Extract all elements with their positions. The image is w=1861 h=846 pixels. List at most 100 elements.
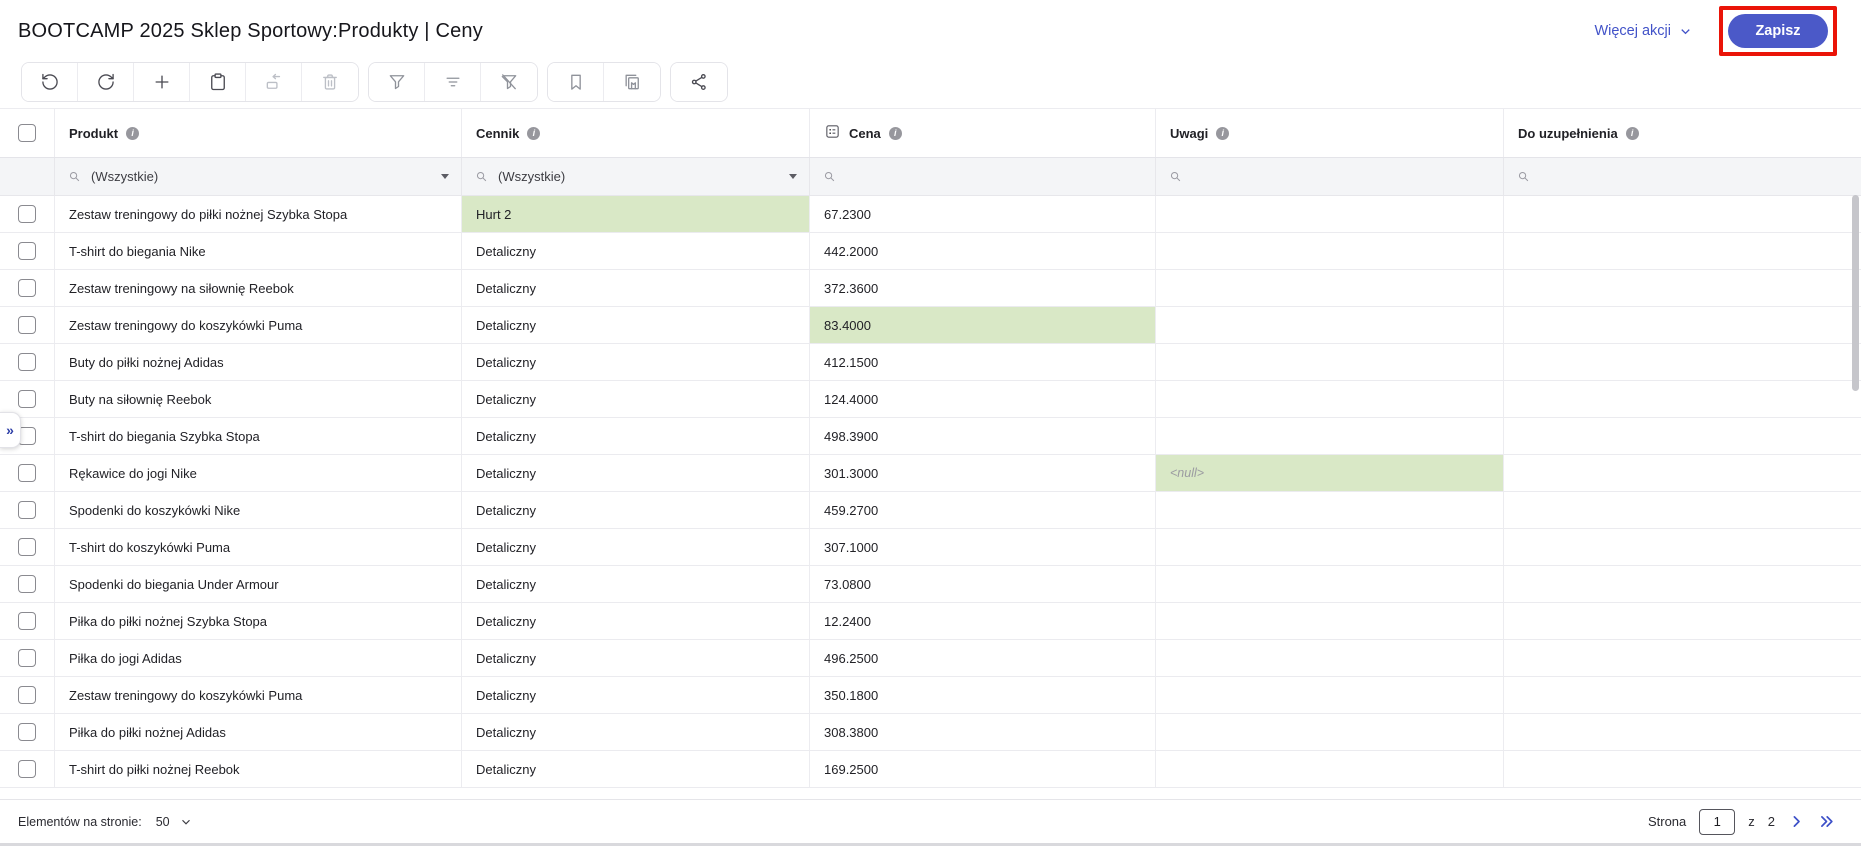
cell-cena[interactable]: 459.2700	[810, 492, 1156, 528]
filter-uwagi-search[interactable]	[1156, 158, 1504, 195]
info-icon[interactable]: i	[1625, 126, 1639, 140]
cell-cena[interactable]: 169.2500	[810, 751, 1156, 787]
cell-produkt[interactable]: Zestaw treningowy do koszykówki Puma	[55, 307, 462, 343]
cell-cena[interactable]: 498.3900	[810, 418, 1156, 454]
cell-produkt[interactable]: Piłka do piłki nożnej Adidas	[55, 714, 462, 750]
more-actions-button[interactable]: Więcej akcji	[1594, 23, 1693, 39]
filter-button[interactable]	[369, 63, 425, 101]
cell-do-uzupelnienia[interactable]	[1504, 714, 1861, 750]
undo-button[interactable]	[22, 63, 78, 101]
cell-produkt[interactable]: T-shirt do biegania Nike	[55, 233, 462, 269]
cell-do-uzupelnienia[interactable]	[1504, 566, 1861, 602]
cell-cena[interactable]: 442.2000	[810, 233, 1156, 269]
paste-button[interactable]	[190, 63, 246, 101]
cell-produkt[interactable]: T-shirt do koszykówki Puma	[55, 529, 462, 565]
cell-cena[interactable]: 412.1500	[810, 344, 1156, 380]
save-button[interactable]: Zapisz	[1728, 14, 1828, 48]
column-header-cennik[interactable]: Cennik i	[462, 109, 810, 157]
cell-cena[interactable]: 308.3800	[810, 714, 1156, 750]
redo-button[interactable]	[78, 63, 134, 101]
cell-uwagi[interactable]	[1156, 751, 1504, 787]
cell-cennik[interactable]: Detaliczny	[462, 233, 810, 269]
cell-uwagi[interactable]	[1156, 307, 1504, 343]
cell-cena[interactable]: 67.2300	[810, 196, 1156, 232]
cell-do-uzupelnienia[interactable]	[1504, 455, 1861, 491]
delete-button[interactable]	[302, 63, 358, 101]
filter-produkt-dropdown[interactable]: (Wszystkie)	[55, 158, 462, 195]
cell-do-uzupelnienia[interactable]	[1504, 418, 1861, 454]
cell-cennik[interactable]: Hurt 2	[462, 196, 810, 232]
cell-do-uzupelnienia[interactable]	[1504, 344, 1861, 380]
cell-cena[interactable]: 12.2400	[810, 603, 1156, 639]
cell-cena[interactable]: 307.1000	[810, 529, 1156, 565]
cell-cena[interactable]: 350.1800	[810, 677, 1156, 713]
cell-uwagi[interactable]	[1156, 714, 1504, 750]
cell-produkt[interactable]: Zestaw treningowy do koszykówki Puma	[55, 677, 462, 713]
cell-produkt[interactable]: Zestaw treningowy na siłownię Reebok	[55, 270, 462, 306]
cell-do-uzupelnienia[interactable]	[1504, 270, 1861, 306]
cell-cennik[interactable]: Detaliczny	[462, 307, 810, 343]
row-checkbox[interactable]	[18, 242, 36, 260]
cell-cennik[interactable]: Detaliczny	[462, 418, 810, 454]
row-checkbox[interactable]	[18, 353, 36, 371]
cell-do-uzupelnienia[interactable]	[1504, 381, 1861, 417]
cell-uwagi[interactable]	[1156, 233, 1504, 269]
cell-cena[interactable]: 83.4000	[810, 307, 1156, 343]
cell-cennik[interactable]: Detaliczny	[462, 751, 810, 787]
cell-do-uzupelnienia[interactable]	[1504, 640, 1861, 676]
row-checkbox[interactable]	[18, 501, 36, 519]
cell-produkt[interactable]: Rękawice do jogi Nike	[55, 455, 462, 491]
select-all-checkbox[interactable]	[18, 124, 36, 142]
column-header-do-uzupelnienia[interactable]: Do uzupełnienia i	[1504, 109, 1861, 157]
filter-cennik-dropdown[interactable]: (Wszystkie)	[462, 158, 810, 195]
cell-uwagi[interactable]: <null>	[1156, 455, 1504, 491]
bookmark-button[interactable]	[548, 63, 604, 101]
info-icon[interactable]: i	[1216, 126, 1230, 140]
next-page-button[interactable]	[1788, 813, 1805, 830]
cell-produkt[interactable]: T-shirt do biegania Szybka Stopa	[55, 418, 462, 454]
column-header-uwagi[interactable]: Uwagi i	[1156, 109, 1504, 157]
filter-do-uzupelnienia-search[interactable]	[1504, 158, 1861, 195]
row-checkbox[interactable]	[18, 575, 36, 593]
cell-uwagi[interactable]	[1156, 529, 1504, 565]
row-checkbox[interactable]	[18, 279, 36, 297]
cell-cennik[interactable]: Detaliczny	[462, 714, 810, 750]
cell-uwagi[interactable]	[1156, 270, 1504, 306]
cell-cennik[interactable]: Detaliczny	[462, 344, 810, 380]
row-checkbox[interactable]	[18, 464, 36, 482]
row-checkbox[interactable]	[18, 538, 36, 556]
cell-produkt[interactable]: Zestaw treningowy do piłki nożnej Szybka…	[55, 196, 462, 232]
filter-cena-search[interactable]	[810, 158, 1156, 195]
cell-cennik[interactable]: Detaliczny	[462, 381, 810, 417]
cell-produkt[interactable]: Spodenki do koszykówki Nike	[55, 492, 462, 528]
cell-cena[interactable]: 372.3600	[810, 270, 1156, 306]
cell-cennik[interactable]: Detaliczny	[462, 677, 810, 713]
row-checkbox[interactable]	[18, 760, 36, 778]
cell-uwagi[interactable]	[1156, 640, 1504, 676]
row-checkbox[interactable]	[18, 649, 36, 667]
cell-cennik[interactable]: Detaliczny	[462, 640, 810, 676]
share-button[interactable]	[671, 63, 727, 101]
cell-uwagi[interactable]	[1156, 492, 1504, 528]
expand-panel-button[interactable]: »	[0, 412, 21, 448]
info-icon[interactable]: i	[888, 126, 902, 140]
cell-produkt[interactable]: Buty na siłownię Reebok	[55, 381, 462, 417]
cell-do-uzupelnienia[interactable]	[1504, 307, 1861, 343]
cell-cennik[interactable]: Detaliczny	[462, 603, 810, 639]
column-header-cena[interactable]: Cena i	[810, 109, 1156, 157]
cell-do-uzupelnienia[interactable]	[1504, 677, 1861, 713]
page-number-input[interactable]: 1	[1699, 808, 1736, 835]
row-checkbox[interactable]	[18, 723, 36, 741]
vertical-scrollbar-thumb[interactable]	[1852, 195, 1859, 391]
row-checkbox[interactable]	[18, 316, 36, 334]
cell-produkt[interactable]: Piłka do piłki nożnej Szybka Stopa	[55, 603, 462, 639]
per-page-select[interactable]: 50	[156, 815, 193, 829]
cell-cennik[interactable]: Detaliczny	[462, 492, 810, 528]
cell-do-uzupelnienia[interactable]	[1504, 492, 1861, 528]
cell-cennik[interactable]: Detaliczny	[462, 455, 810, 491]
cell-do-uzupelnienia[interactable]	[1504, 603, 1861, 639]
info-icon[interactable]: i	[527, 126, 541, 140]
insert-row-button[interactable]	[246, 63, 302, 101]
cell-do-uzupelnienia[interactable]	[1504, 751, 1861, 787]
row-checkbox[interactable]	[18, 205, 36, 223]
